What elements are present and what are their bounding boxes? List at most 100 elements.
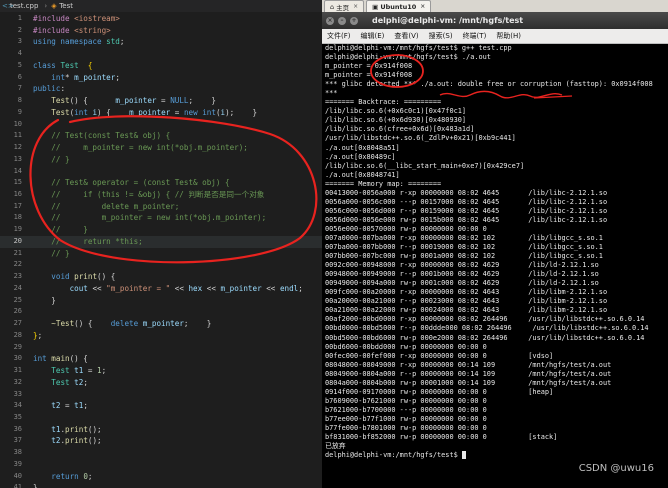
code-line[interactable]: 6 int* m_pointer;	[0, 72, 322, 84]
terminal-line-text: 已放弃	[325, 442, 346, 451]
code-line[interactable]: 16 // if (this != &obj) { // 判断是否是同一个对象	[0, 189, 322, 201]
code-line[interactable]: 41}	[0, 482, 322, 488]
terminal-line-text: 0804a000-0804b000 rw-p 00001000 00:14 10…	[325, 378, 612, 387]
line-number: 40	[13, 471, 22, 480]
code-line[interactable]: 30 int main() {	[0, 353, 322, 365]
menu-view[interactable]: 查看(V)	[389, 31, 423, 41]
code-token: // return *this;	[33, 236, 143, 246]
menu-file[interactable]: 文件(F)	[322, 31, 356, 41]
menu-search[interactable]: 搜索(S)	[424, 31, 458, 41]
terminal-output[interactable]: delphi@delphi-vm:/mnt/hgfs/test$ g++ tes…	[325, 44, 668, 460]
minimize-window-button[interactable]: –	[338, 16, 346, 25]
code-editor[interactable]: <> test.cpp › ◈ Test 1 #include <iostream…	[0, 0, 322, 488]
code-line[interactable]: 20 // return *this;	[0, 235, 322, 248]
menu-edit[interactable]: 编辑(E)	[356, 31, 390, 41]
home-icon: ⌂	[330, 2, 335, 11]
code-line[interactable]: 15 // Test& operator = (const Test& obj)…	[0, 177, 322, 189]
terminal-line-text: 007ba000-007bb000 r--p 00019000 08:02 10…	[325, 243, 603, 252]
code-line[interactable]: 9 Test(int i) { m_pointer = new int(i); …	[0, 107, 322, 119]
terminal-line-text: b77fe000-b7801000 rw-p 00000000 00:00 0	[325, 423, 487, 432]
editor-tab[interactable]: <> test.cpp	[0, 2, 42, 10]
vm-tab-home[interactable]: ⌂ 主页 ×	[324, 0, 365, 12]
code-line[interactable]: 32 Test t2;	[0, 377, 322, 389]
code-line[interactable]: 19 // }	[0, 224, 322, 236]
code-line[interactable]: 40 return 0;	[0, 471, 322, 483]
vm-tab-bar: ⌂ 主页 × ▣ Ubuntu10 ×	[322, 0, 668, 12]
vm-tab-ubuntu[interactable]: ▣ Ubuntu10 ×	[366, 0, 432, 12]
line-number: 5	[17, 60, 22, 69]
code-line[interactable]: 22	[0, 259, 322, 271]
code-line[interactable]: 4	[0, 48, 322, 60]
close-icon[interactable]: ×	[420, 3, 425, 10]
vm-tab-label: Ubuntu10	[380, 2, 417, 11]
code-line[interactable]: 3 using namespace std;	[0, 36, 322, 48]
code-token: ;	[298, 283, 303, 293]
close-window-button[interactable]: ×	[326, 16, 334, 25]
code-line[interactable]: 12 // m_pointer = new int(*obj.m_pointer…	[0, 142, 322, 154]
terminal-window[interactable]: ⌂ 主页 × ▣ Ubuntu10 × × – + delphi@delphi-…	[322, 0, 668, 488]
code-line[interactable]: 27 ~Test() { delete m_pointer; }	[0, 318, 322, 330]
code-line[interactable]: 33	[0, 389, 322, 401]
code-line[interactable]: 35	[0, 412, 322, 424]
line-code: Test(int i) { m_pointer = new int(i); }	[33, 107, 257, 119]
terminal-line-text: 00fec000-00fef000 r-xp 00000000 00:00 0 …	[325, 351, 554, 360]
line-number: 14	[13, 166, 22, 175]
code-token: new int	[183, 107, 216, 117]
line-code: // }	[33, 224, 88, 236]
code-line[interactable]: 21 // }	[0, 248, 322, 260]
code-token: public	[33, 84, 61, 94]
code-line[interactable]: 25 }	[0, 295, 322, 307]
code-line[interactable]: 2 #include <string>	[0, 25, 322, 37]
code-line[interactable]: 39	[0, 459, 322, 471]
line-code: Test t2;	[33, 377, 88, 389]
editor-tab-label: test.cpp	[10, 2, 39, 10]
code-line[interactable]: 29	[0, 342, 322, 354]
code-line[interactable]: 28};	[0, 330, 322, 342]
code-line[interactable]: 36 t1.print();	[0, 424, 322, 436]
code-line[interactable]: 11 // Test(const Test& obj) {	[0, 130, 322, 142]
code-line[interactable]: 10	[0, 119, 322, 131]
menu-help[interactable]: 帮助(H)	[491, 31, 526, 41]
code-line[interactable]: 18 // m_pointer = new int(*obj.m_pointer…	[0, 212, 322, 224]
code-line[interactable]: 24 cout << "m_pointer = " << hex << m_po…	[0, 283, 322, 295]
code-line[interactable]: 1 #include <iostream>	[0, 13, 322, 25]
code-line[interactable]: 38	[0, 447, 322, 459]
code-line[interactable]: 31 Test t1 = 1;	[0, 365, 322, 377]
code-line[interactable]: 14	[0, 166, 322, 178]
code-token: ;	[101, 366, 107, 376]
code-line[interactable]: 26	[0, 306, 322, 318]
code-token: cout	[69, 283, 88, 293]
code-line[interactable]: 7 public:	[0, 83, 322, 95]
line-code: // if (this != &obj) { // 判断是否是同一个对象	[33, 189, 264, 201]
code-line[interactable]: 17 // delete m_pointer;	[0, 201, 322, 213]
terminal-line-text: /lib/libc.so.6(cfree+0x6d)[0x483a1d]	[325, 125, 475, 134]
code-line[interactable]: 23 void print() {	[0, 271, 322, 283]
line-number: 31	[13, 366, 22, 375]
code-token: void	[51, 272, 75, 282]
code-token: Test	[51, 96, 70, 106]
terminal-line-text: /lib/libc.so.6(__libc_start_main+0xe7)[0…	[325, 161, 525, 170]
terminal-line: 00948000-00949000 r--p 0001b000 08:02 46…	[325, 270, 668, 279]
code-line[interactable]: 37 t2.print();	[0, 435, 322, 447]
close-icon[interactable]: ×	[353, 3, 358, 10]
terminal-line: *** glibc detected *** ./a.out: double f…	[325, 80, 668, 89]
breadcrumb[interactable]: ◈ Test	[49, 2, 77, 10]
terminal-line: delphi@delphi-vm:/mnt/hgfs/test$ ./a.out	[325, 53, 668, 62]
line-number: 29	[13, 342, 22, 351]
code-token: delete	[110, 319, 143, 329]
terminal-cursor	[461, 451, 466, 460]
code-token: // Test(const Test& obj) {	[33, 131, 171, 141]
menu-terminal[interactable]: 终端(T)	[458, 31, 492, 41]
code-line[interactable]: 34 t2 = t1;	[0, 400, 322, 412]
terminal-line-text: 00af2000-00bd0000 r-xp 00000000 08:02 26…	[325, 315, 645, 324]
terminal-line-text: ***	[325, 89, 338, 98]
code-line[interactable]: 13 // }	[0, 154, 322, 166]
maximize-window-button[interactable]: +	[350, 16, 358, 25]
code-token: =	[170, 107, 184, 117]
code-line[interactable]: 8 Test() { m_pointer = NULL; }	[0, 95, 322, 107]
code-line[interactable]: 5 class Test {	[0, 60, 322, 72]
line-code: t2.print();	[33, 435, 101, 447]
terminal-line-text: 0056e000-00570000 rw-p 00000000 00:00 0	[325, 224, 487, 233]
code-area[interactable]: 1 #include <iostream> 2 #include <string> 3 u…	[0, 13, 322, 488]
